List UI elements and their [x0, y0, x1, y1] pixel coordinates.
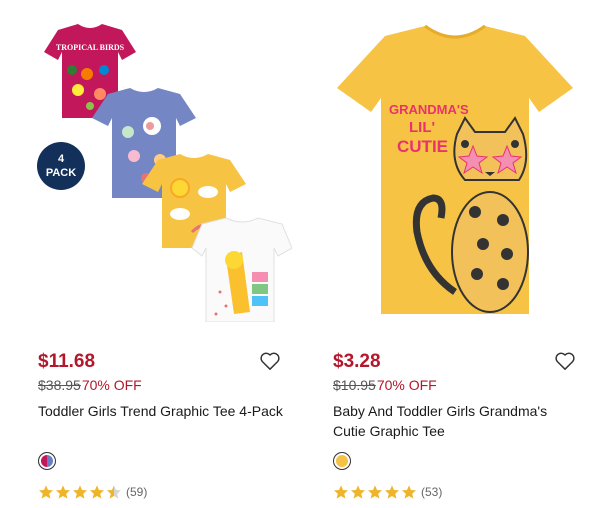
- star-icon: [73, 485, 87, 499]
- tropical-birds-text: TROPICAL BIRDS: [56, 43, 125, 52]
- heart-outline-icon[interactable]: [554, 351, 576, 371]
- product-image-cutie-tee[interactable]: GRANDMA'S LIL' CUTIE: [325, 22, 587, 322]
- star-half-icon: [107, 485, 121, 499]
- tee-white: [191, 217, 292, 322]
- sale-price: $11.68: [38, 351, 96, 372]
- four-pack-badge: 4 PACK: [37, 142, 85, 190]
- svg-text:PACK: PACK: [46, 167, 76, 179]
- svg-text:LIL': LIL': [409, 119, 435, 136]
- star-icon: [56, 485, 70, 499]
- star-icon: [90, 485, 104, 499]
- star-icon: [39, 485, 53, 499]
- product-card-2[interactable]: GRANDMA'S LIL' CUTIE $3.28 $10.9570% OFF…: [325, 0, 595, 508]
- review-count[interactable]: (53): [421, 485, 442, 499]
- product-title[interactable]: Toddler Girls Trend Graphic Tee 4-Pack: [38, 401, 288, 421]
- svg-text:GRANDMA'S: GRANDMA'S: [389, 102, 469, 117]
- price-comparison: $10.9570% OFF: [333, 377, 437, 393]
- review-count[interactable]: (59): [126, 485, 147, 499]
- color-swatch[interactable]: [38, 452, 56, 470]
- star-icon: [385, 485, 399, 499]
- sale-price: $3.28: [333, 351, 381, 372]
- price-comparison: $38.9570% OFF: [38, 377, 142, 393]
- discount-label: 70% OFF: [81, 377, 142, 393]
- product-title[interactable]: Baby And Toddler Girls Grandma's Cutie G…: [333, 401, 583, 441]
- rating-stars: (59): [38, 483, 147, 501]
- rating-stars: (53): [333, 483, 442, 501]
- product-card-1[interactable]: TROPICAL BIRDS 4 PACK $11.68 $38.9570% O…: [30, 0, 300, 508]
- original-price: $10.95: [333, 377, 376, 393]
- original-price: $38.95: [38, 377, 81, 393]
- star-icon: [402, 485, 416, 499]
- svg-text:CUTIE: CUTIE: [397, 137, 448, 156]
- star-icon: [351, 485, 365, 499]
- heart-outline-icon[interactable]: [259, 351, 281, 371]
- star-icon: [334, 485, 348, 499]
- star-icon: [368, 485, 382, 499]
- discount-label: 70% OFF: [376, 377, 437, 393]
- svg-text:4: 4: [58, 153, 65, 165]
- color-swatch[interactable]: [333, 452, 351, 470]
- product-image-4-pack[interactable]: TROPICAL BIRDS 4 PACK: [30, 22, 292, 322]
